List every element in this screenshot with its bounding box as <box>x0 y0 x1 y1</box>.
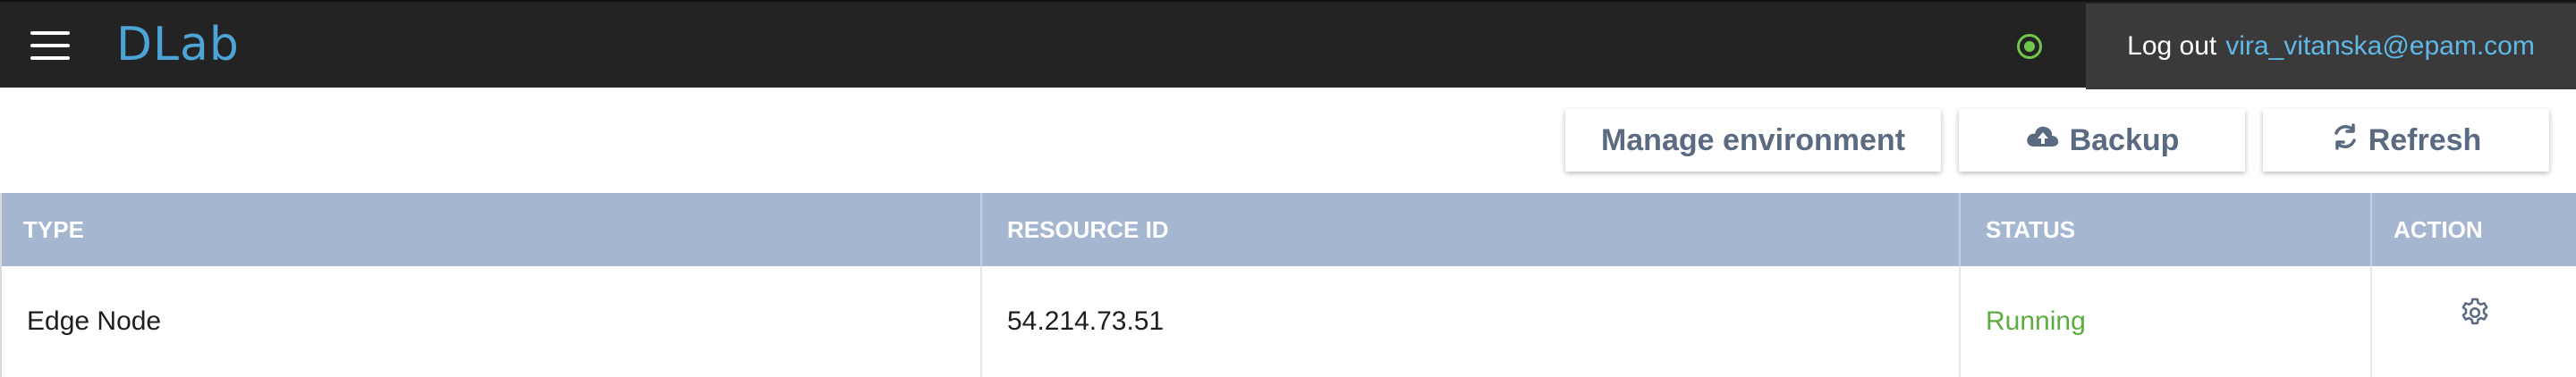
top-navbar: DLab Log out vira_vitanska@epam.com <box>0 0 2576 89</box>
column-header-action: ACTION <box>2394 216 2483 243</box>
resources-table: TYPE RESOURCE ID STATUS ACTION Edge Node… <box>0 193 2576 377</box>
refresh-button[interactable]: Refresh <box>2263 109 2549 172</box>
refresh-icon <box>2331 122 2360 159</box>
cell-resource-id: 54.214.73.51 <box>982 266 1961 377</box>
logout-link[interactable]: Log out <box>2127 31 2216 62</box>
cell-action <box>2372 266 2576 377</box>
column-header-resource-id[interactable]: RESOURCE ID <box>982 193 1961 266</box>
menu-icon[interactable] <box>30 31 70 60</box>
cell-type: Edge Node <box>2 266 982 377</box>
table-header: TYPE RESOURCE ID STATUS ACTION <box>2 193 2576 266</box>
table-row: Edge Node 54.214.73.51 Running <box>2 266 2576 377</box>
gear-icon[interactable] <box>2458 266 2492 377</box>
backup-button[interactable]: Backup <box>1959 109 2245 172</box>
cloud-upload-icon <box>2025 123 2061 158</box>
manage-environment-label: Manage environment <box>1600 122 1906 157</box>
manage-environment-button[interactable]: Manage environment <box>1565 109 1941 172</box>
backup-label: Backup <box>2069 122 2180 157</box>
refresh-label: Refresh <box>2368 122 2482 157</box>
column-header-type[interactable]: TYPE <box>2 193 982 266</box>
user-email: vira_vitanska@epam.com <box>2225 31 2535 61</box>
app-logo[interactable]: DLab <box>116 18 240 71</box>
connection-status-icon <box>2017 34 2042 59</box>
column-header-status[interactable]: STATUS <box>1961 193 2372 266</box>
cell-status: Running <box>1961 266 2372 377</box>
user-area: Log out vira_vitanska@epam.com <box>2086 4 2576 89</box>
